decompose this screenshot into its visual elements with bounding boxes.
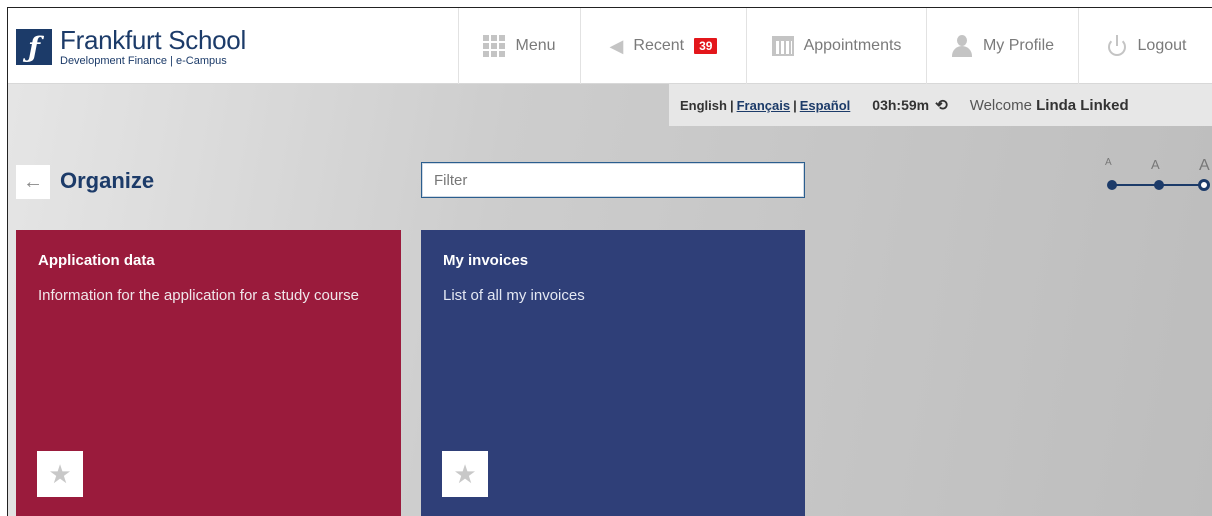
tile-description: Information for the application for a st… (38, 287, 360, 304)
back-button[interactable]: ← (16, 165, 50, 199)
lang-french-link[interactable]: Français (737, 98, 790, 113)
brand-subtitle: Development Finance | e-Campus (60, 55, 227, 67)
tile-title: Application data (38, 252, 155, 269)
nav-appointments[interactable]: Appointments (746, 8, 926, 84)
session-timer: 03h:59m ⟲ (872, 96, 947, 114)
nav-logout-label: Logout (1137, 37, 1187, 54)
tile-title: My invoices (443, 252, 529, 269)
nav-recent-label: Recent (633, 37, 685, 54)
page-title: Organize (60, 168, 155, 193)
brand-title: Frankfurt School (60, 25, 246, 55)
megaphone-icon: ◀ (609, 36, 624, 56)
tile-description: List of all my invoices (443, 287, 585, 304)
nav-menu-label: Menu (515, 37, 556, 54)
font-size-small-label: A (1105, 157, 1112, 168)
arrow-left-icon: ← (23, 170, 43, 193)
welcome-message: Welcome Linda Linked (970, 97, 1129, 114)
font-size-small-dot[interactable] (1107, 180, 1117, 190)
recent-count-badge: 39 (694, 38, 718, 54)
favorite-button[interactable]: ★ (37, 451, 83, 497)
lang-english[interactable]: English (680, 98, 727, 113)
welcome-prefix: Welcome (969, 96, 1032, 114)
filter-input[interactable] (421, 162, 805, 198)
session-timer-value: 03h:59m (872, 97, 930, 113)
nav-my-profile[interactable]: My Profile (926, 8, 1078, 84)
tile-application-data[interactable]: Application data Information for the app… (16, 230, 401, 516)
font-size-large-label: A (1199, 157, 1210, 174)
star-icon: ★ (48, 458, 72, 489)
nav-menu[interactable]: Menu (458, 8, 580, 84)
font-size-slider[interactable]: A A A (1103, 158, 1212, 198)
nav-recent[interactable]: ◀ Recent 39 (580, 8, 746, 84)
user-icon (951, 35, 973, 57)
grid-menu-icon (483, 35, 506, 57)
user-name: Linda Linked (1036, 96, 1129, 114)
info-bar: English | Français | Español 03h:59m ⟲ Welco… (669, 84, 1212, 126)
font-size-large-dot[interactable] (1198, 179, 1210, 191)
language-switcher: English | Français | Español (680, 97, 851, 113)
nav-profile-label: My Profile (982, 37, 1055, 54)
power-icon (1106, 35, 1128, 57)
history-icon[interactable]: ⟲ (935, 96, 948, 114)
frankfurt-school-logo-icon: ƒ (16, 29, 52, 65)
favorite-button[interactable]: ★ (442, 451, 488, 497)
star-icon: ★ (453, 458, 477, 489)
top-header: ƒ Frankfurt School Development Finance |… (8, 8, 1212, 84)
tile-my-invoices[interactable]: My invoices List of all my invoices ★ (421, 230, 805, 516)
font-size-medium-dot[interactable] (1154, 180, 1164, 190)
calendar-icon (771, 36, 794, 56)
nav-appointments-label: Appointments (803, 37, 902, 54)
main-nav: Menu ◀ Recent 39 Appointments My Profile… (458, 8, 1212, 84)
nav-logout[interactable]: Logout (1078, 8, 1212, 84)
lang-spanish-link[interactable]: Español (800, 98, 851, 113)
app-frame: ƒ Frankfurt School Development Finance |… (7, 7, 1212, 516)
brand-logo[interactable]: ƒ Frankfurt School Development Finance |… (16, 22, 246, 72)
font-size-medium-label: A (1151, 157, 1160, 172)
